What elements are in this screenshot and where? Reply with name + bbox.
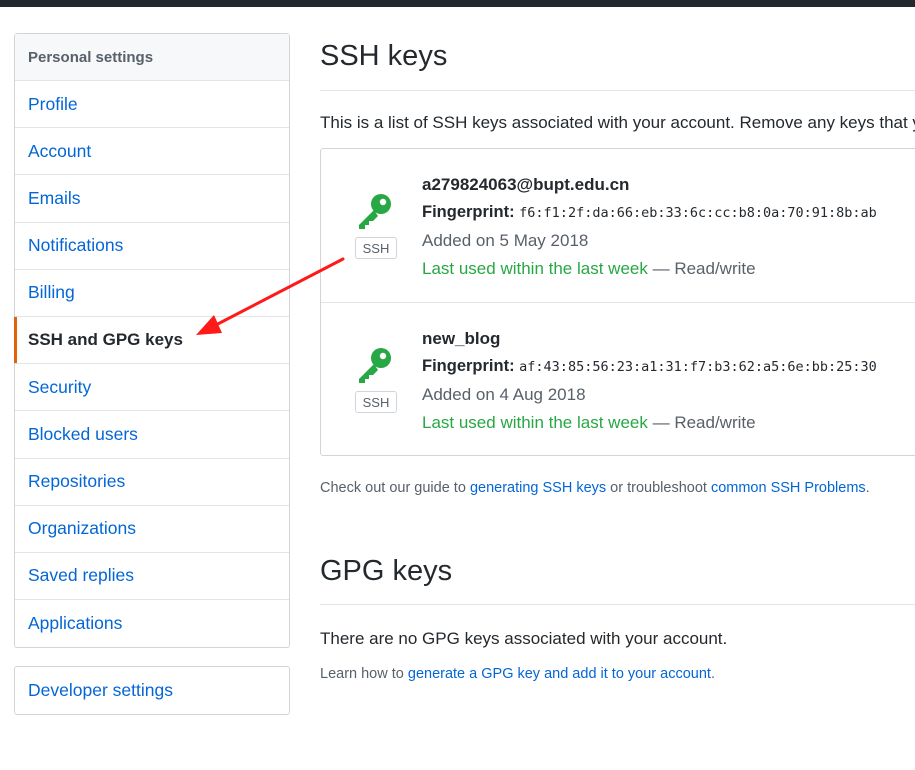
common-ssh-problems-link[interactable]: common SSH Problems <box>711 480 866 496</box>
sidebar-item-emails[interactable]: Emails <box>15 175 289 223</box>
generate-gpg-key-link[interactable]: generate a GPG key and add it to your ac… <box>408 666 711 682</box>
ssh-key-added-date: Added on 4 Aug 2018 <box>422 385 586 404</box>
sidebar-item-blocked-users[interactable]: Blocked users <box>15 411 289 459</box>
fingerprint-value: f6:f1:2f:da:66:eb:33:6c:cc:b8:0a:70:91:8… <box>519 205 877 221</box>
sidebar-item-organizations[interactable]: Organizations <box>15 506 289 553</box>
ssh-key-fingerprint: Fingerprint: af:43:85:56:23:a1:31:f7:b3:… <box>422 357 877 376</box>
sidebar-heading: Personal settings <box>15 34 289 81</box>
ssh-badge: SSH <box>355 391 397 413</box>
access-level: — Read/write <box>652 259 756 278</box>
fingerprint-value: af:43:85:56:23:a1:31:f7:b3:62:a5:6e:bb:2… <box>519 359 877 375</box>
access-level: — Read/write <box>652 413 756 432</box>
guide-text: . <box>865 480 870 496</box>
ssh-title-divider <box>320 90 915 91</box>
last-used-text: Last used within the last week <box>422 259 648 278</box>
ssh-key-item: SSH new_blog Fingerprint: af:43:85:56:23… <box>321 302 915 455</box>
sidebar-item-billing[interactable]: Billing <box>15 270 289 317</box>
ssh-key-fingerprint: Fingerprint: f6:f1:2f:da:66:eb:33:6c:cc:… <box>422 203 877 222</box>
sidebar-item-profile[interactable]: Profile <box>15 81 289 129</box>
ssh-key-last-used: Last used within the last week — Read/wr… <box>422 259 756 279</box>
guide-text: or troubleshoot <box>606 480 711 496</box>
sidebar-item-repositories[interactable]: Repositories <box>15 459 289 506</box>
fingerprint-label: Fingerprint: <box>422 357 515 375</box>
ssh-key-item: SSH a279824063@bupt.edu.cn Fingerprint: … <box>321 149 915 302</box>
ssh-key-last-used: Last used within the last week — Read/wr… <box>422 413 756 433</box>
sidebar-item-account[interactable]: Account <box>15 128 289 176</box>
learn-text: Learn how to <box>320 666 408 682</box>
developer-settings-menu: Developer settings <box>14 666 290 715</box>
sidebar-item-ssh-gpg-keys[interactable]: SSH and GPG keys <box>14 316 289 365</box>
gpg-keys-title: GPG keys <box>320 555 453 587</box>
key-icon <box>359 348 391 383</box>
guide-text: Check out our guide to <box>320 480 470 496</box>
gpg-empty-message: There are no GPG keys associated with yo… <box>320 629 728 648</box>
last-used-text: Last used within the last week <box>422 413 648 432</box>
gpg-learn-note: Learn how to generate a GPG key and add … <box>320 666 715 682</box>
ssh-badge: SSH <box>355 237 397 259</box>
learn-text: . <box>710 666 715 682</box>
ssh-key-title: new_blog <box>422 329 501 348</box>
gpg-title-divider <box>320 604 915 605</box>
ssh-guide-note: Check out our guide to generating SSH ke… <box>320 480 870 496</box>
ssh-keys-list: SSH a279824063@bupt.edu.cn Fingerprint: … <box>320 148 915 456</box>
ssh-key-title: a279824063@bupt.edu.cn <box>422 175 630 194</box>
ssh-keys-title: SSH keys <box>320 40 448 72</box>
ssh-keys-description: This is a list of SSH keys associated wi… <box>320 113 915 132</box>
settings-sidebar: Personal settings Profile Account Emails… <box>14 33 290 649</box>
top-header-bar <box>0 0 915 7</box>
sidebar-item-applications[interactable]: Applications <box>15 600 289 647</box>
sidebar-item-developer-settings[interactable]: Developer settings <box>15 667 289 714</box>
sidebar-item-saved-replies[interactable]: Saved replies <box>15 553 289 601</box>
fingerprint-label: Fingerprint: <box>422 203 515 221</box>
sidebar-item-security[interactable]: Security <box>15 364 289 412</box>
generating-ssh-keys-link[interactable]: generating SSH keys <box>470 480 606 496</box>
ssh-key-added-date: Added on 5 May 2018 <box>422 231 589 250</box>
key-icon <box>359 194 391 229</box>
sidebar-item-notifications[interactable]: Notifications <box>15 223 289 270</box>
